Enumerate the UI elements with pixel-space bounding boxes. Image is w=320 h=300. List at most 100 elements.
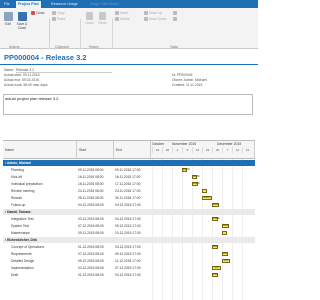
redo-button[interactable]: Redo xyxy=(97,12,108,25)
task-row[interactable]: Draft 01.12.2015 08:00 03.12.2015 17:00 xyxy=(3,272,151,278)
gantt-bar[interactable]: 80% xyxy=(212,203,219,207)
insert-icon xyxy=(115,11,119,16)
end-date: 16.11.2015 17:00 xyxy=(115,175,141,179)
week-label: 30 xyxy=(212,147,222,153)
move-up-label: Move Up xyxy=(149,11,163,15)
group-row[interactable]: ▪ Dawid, Tomasz xyxy=(3,209,255,215)
start-date: 09.12.2015 08:00 xyxy=(78,259,104,263)
start-date: 07.12.2015 08:00 xyxy=(78,224,104,228)
group-row[interactable]: ▪ Admin, Michael xyxy=(3,160,255,166)
group-label-actions: Actions xyxy=(9,45,20,49)
timeline-gridline xyxy=(192,159,193,300)
edit-button[interactable]: Edit xyxy=(2,12,14,26)
edit-label: Edit xyxy=(5,22,11,26)
timeline-gridline xyxy=(242,159,243,300)
copy-button[interactable]: Copy xyxy=(52,11,65,16)
task-row[interactable]: Concept of Operations 01.12.2015 08:00 03.… xyxy=(3,244,151,250)
gantt-grid: Name Start End October November 2015 Dec… xyxy=(3,140,255,300)
start-date: 24.11.2015 08:00 xyxy=(78,189,104,193)
task-row[interactable]: Individual preparation 16.11.2015 08:00 17… xyxy=(3,181,151,187)
insert-button[interactable]: Insert xyxy=(115,11,128,16)
task-row[interactable]: Review meeting 24.11.2015 08:00 24.11.2015… xyxy=(3,188,151,194)
notes-field[interactable]: actual project plan release 3.2 xyxy=(3,94,253,115)
actual-start: Actual start: 09.11.2015 xyxy=(4,73,40,77)
undo-button[interactable]: Undo xyxy=(84,12,95,25)
task-row[interactable]: Kick-off 16.11.2015 08:00 16.11.2015 17:00 xyxy=(3,174,151,180)
actual-work: Actual work: 96,00 man days xyxy=(4,83,48,87)
end-date: 09.12.2015 17:00 xyxy=(115,224,141,228)
start-date: 03.12.2015 08:00 xyxy=(78,217,104,221)
gantt-bar[interactable] xyxy=(202,189,207,193)
task-row[interactable]: System Test 07.12.2015 08:00 09.12.2015 17… xyxy=(3,223,151,229)
indent-button[interactable] xyxy=(173,11,178,16)
gantt-bar[interactable]: 100% xyxy=(192,175,200,179)
move-down-label: Move Down xyxy=(149,17,167,21)
ribbon-separator xyxy=(112,19,113,49)
timeline-gridline xyxy=(202,159,203,300)
move-up-button[interactable]: Move Up xyxy=(144,11,162,16)
gantt-bar[interactable]: 90% xyxy=(212,245,218,249)
tab-resource-usage[interactable]: Resource Usage xyxy=(49,1,80,8)
name-label: Name: xyxy=(4,68,14,72)
ribbon-tab-bar: File Project Plan Resource Usage Stage G… xyxy=(0,0,258,8)
week-label: 26 xyxy=(162,147,172,153)
group-label-history: History xyxy=(89,45,99,49)
gantt-bar[interactable]: 100% xyxy=(182,168,190,172)
task-row[interactable]: Requirements 07.12.2015 08:00 09.12.2015 1… xyxy=(3,251,151,257)
week-label: 16 xyxy=(192,147,202,153)
gantt-bar[interactable]: 0% xyxy=(212,273,218,277)
task-name: Maintenance xyxy=(11,231,30,235)
week-label: 2 xyxy=(172,147,182,153)
start-date: 04.12.2015 08:00 xyxy=(78,203,104,207)
move-down-button[interactable]: Move Down xyxy=(144,17,166,22)
gantt-bar[interactable]: 100% xyxy=(202,196,212,200)
timeline-gridline xyxy=(222,159,223,300)
gantt-bar[interactable]: 0% xyxy=(222,259,230,263)
close-button[interactable]: Close xyxy=(31,11,44,16)
task-row[interactable]: Integration Test 03.12.2015 08:00 04.12.20… xyxy=(3,216,151,222)
paste-icon xyxy=(52,17,56,22)
actual-end: Actual end: 09.02.2016 xyxy=(4,78,39,82)
paste-button[interactable]: Paste xyxy=(52,17,65,22)
column-header-end[interactable]: End xyxy=(114,141,151,159)
end-date: 09.11.2015 17:00 xyxy=(115,168,141,172)
start-date: 09.11.2015 08:00 xyxy=(78,168,104,172)
gantt-bar[interactable]: 40% xyxy=(222,224,229,228)
start-date: 16.11.2015 08:00 xyxy=(78,175,104,179)
task-name: ▪ Eichenkircher, Dirk xyxy=(5,238,37,242)
gantt-bar[interactable]: 0% xyxy=(212,266,221,270)
gantt-bar[interactable] xyxy=(222,231,227,235)
task-row[interactable]: Planning 09.11.2015 08:00 09.11.2015 17:00 xyxy=(3,167,151,173)
gantt-bar[interactable]: 0% xyxy=(222,252,228,256)
task-name: Integration Test xyxy=(11,217,34,221)
start-date: 25.11.2015 08:00 xyxy=(78,196,104,200)
outdent-button[interactable] xyxy=(173,17,178,22)
delete-button[interactable]: Delete xyxy=(115,17,130,22)
end-date: 30.11.2015 17:00 xyxy=(115,196,141,200)
task-row[interactable]: Follow-up 04.12.2015 08:00 04.12.2015 17:0… xyxy=(3,202,151,208)
tab-file[interactable]: File xyxy=(2,1,12,8)
end-date: 11.12.2015 17:00 xyxy=(115,259,141,263)
task-row[interactable]: Maintenance 09.12.2015 08:00 10.12.2015 17… xyxy=(3,230,151,236)
column-header-name[interactable]: Name xyxy=(3,141,77,159)
start-date: 07.12.2015 08:00 xyxy=(78,252,104,256)
task-name: Draft xyxy=(11,273,19,277)
task-name: System Test xyxy=(11,224,29,228)
insert-label: Insert xyxy=(120,11,129,15)
end-date: 03.12.2015 17:00 xyxy=(115,245,141,249)
column-header-start[interactable]: Start xyxy=(77,141,114,159)
save-close-button[interactable]: Save & Close xyxy=(15,12,29,30)
start-date: 09.12.2015 08:00 xyxy=(78,231,104,235)
group-row[interactable]: ▪ Eichenkircher, Dirk xyxy=(3,237,255,243)
week-label: 14 xyxy=(232,147,242,153)
tab-project-plan[interactable]: Project Plan xyxy=(16,1,41,8)
week-label: 21 xyxy=(242,147,252,153)
gantt-bar[interactable]: 100% xyxy=(212,217,220,221)
timeline-gridline xyxy=(152,159,153,300)
gantt-bar[interactable]: 100% xyxy=(192,182,200,186)
task-row[interactable]: Rework 25.11.2015 08:00 30.11.2015 17:00 xyxy=(3,195,151,201)
task-row[interactable]: Implementation 04.12.2015 08:00 07.12.2015… xyxy=(3,265,151,271)
task-row[interactable]: Detailed Design 09.12.2015 08:00 11.12.201… xyxy=(3,258,151,264)
tab-stage-gate-model[interactable]: Stage Gate Model xyxy=(88,1,121,8)
created-date: Created: 11.11.2015 xyxy=(172,83,203,87)
